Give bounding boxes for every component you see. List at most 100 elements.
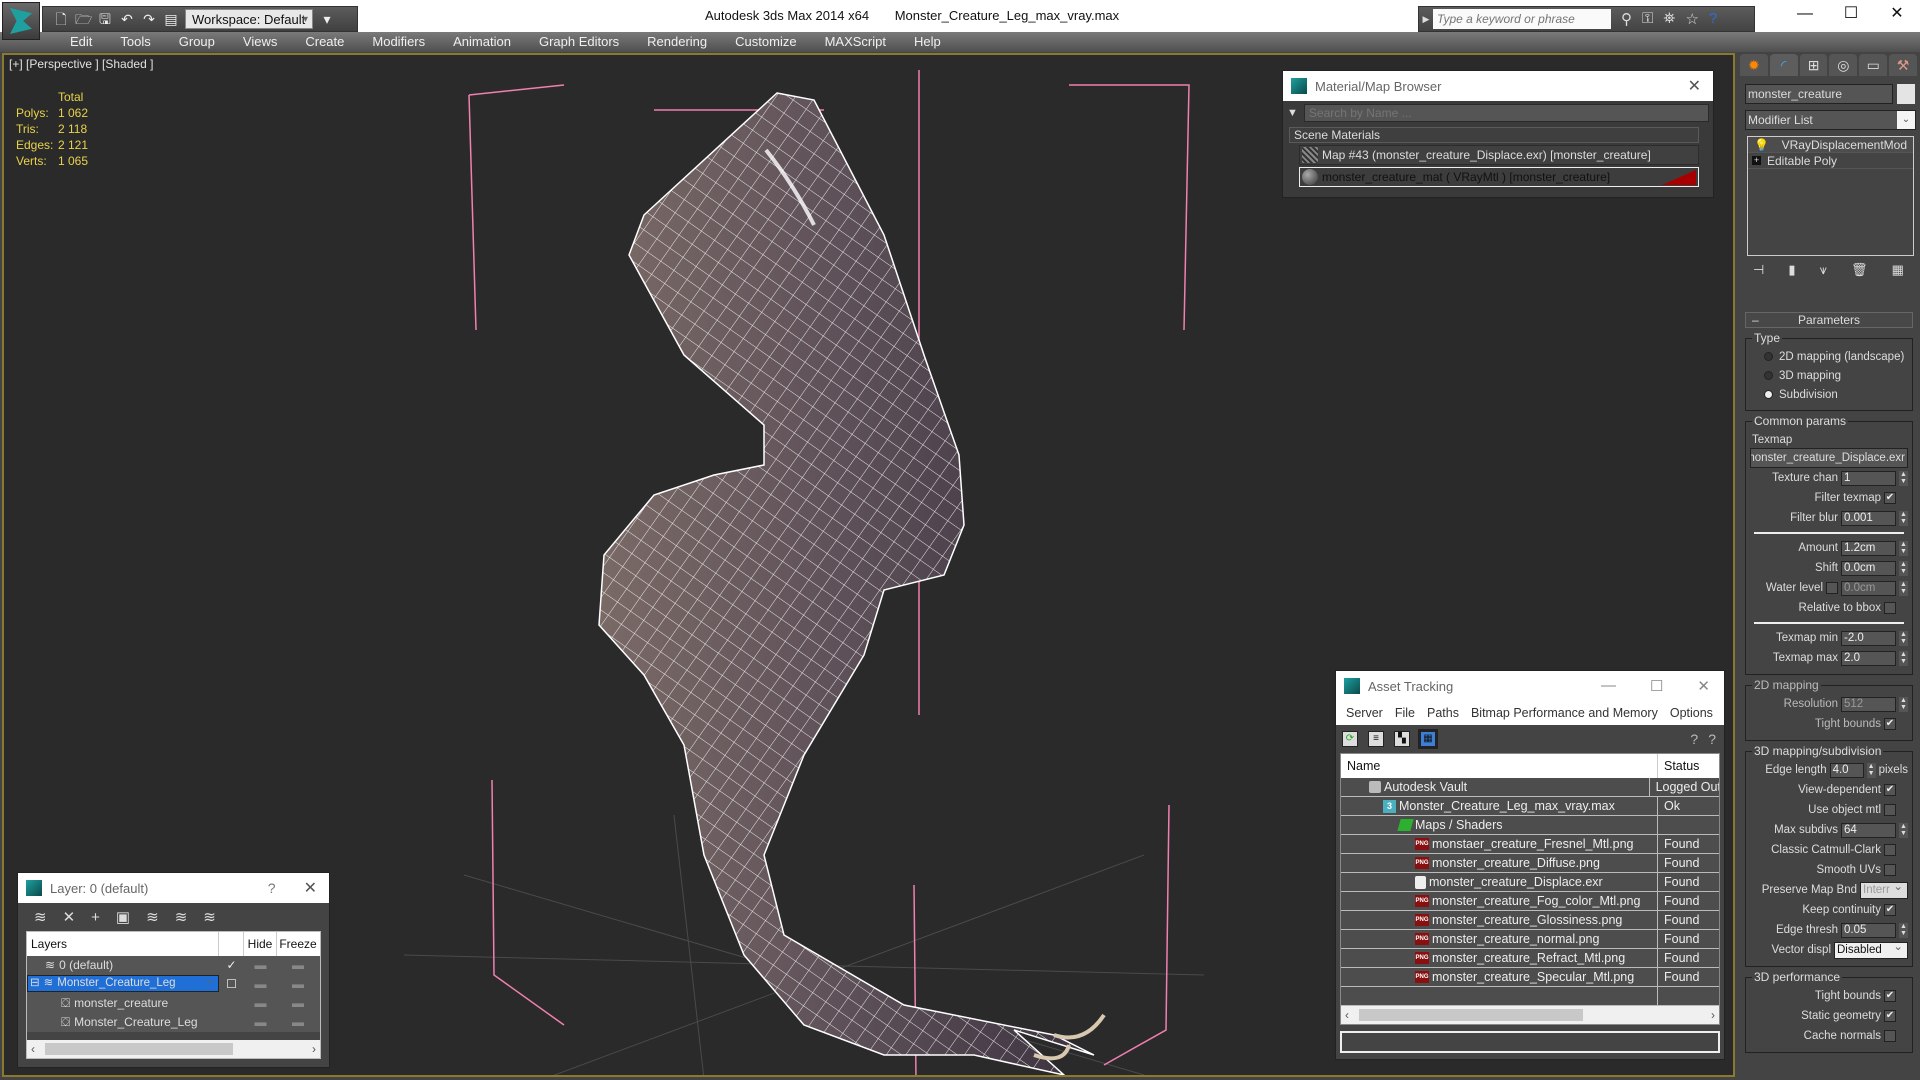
configure-sets-icon[interactable]: ▦ bbox=[1892, 262, 1904, 278]
menu-graph-editors[interactable]: Graph Editors bbox=[525, 32, 633, 52]
view-dependent-checkbox[interactable]: ✔ bbox=[1884, 784, 1896, 796]
help-icon[interactable]: ? bbox=[1709, 10, 1717, 28]
radio-2d-mapping[interactable]: 2D mapping (landscape) bbox=[1750, 347, 1908, 366]
close-icon[interactable]: ✕ bbox=[304, 878, 317, 898]
menu-help[interactable]: Help bbox=[900, 32, 955, 52]
column-hide[interactable]: Hide bbox=[244, 932, 277, 956]
close-button[interactable]: ✕ bbox=[1874, 0, 1920, 30]
help-icon[interactable]: ? bbox=[268, 880, 276, 896]
menu-file[interactable]: File bbox=[1389, 706, 1421, 720]
spinner-icon[interactable]: ▲ ▼ bbox=[1899, 470, 1908, 486]
menu-edit[interactable]: Edit bbox=[56, 32, 106, 52]
spinner-icon[interactable]: ▲ ▼ bbox=[1899, 822, 1908, 838]
spinner-icon[interactable]: ▲ ▼ bbox=[1899, 630, 1908, 646]
spinner-icon[interactable]: ▲ ▼ bbox=[1899, 540, 1908, 556]
relative-bbox-checkbox[interactable] bbox=[1884, 602, 1896, 614]
app-menu-button[interactable] bbox=[2, 2, 40, 40]
menu-options[interactable]: Options bbox=[1664, 706, 1719, 720]
table-row[interactable]: PNG monstaer_creature_Fresnel_Mtl.png Foun… bbox=[1341, 835, 1719, 854]
column-freeze[interactable]: Freeze bbox=[277, 932, 319, 956]
tight-bounds-3d-checkbox[interactable]: ✔ bbox=[1884, 990, 1896, 1002]
tab-hierarchy[interactable]: ⊞ bbox=[1799, 54, 1828, 76]
water-level-checkbox[interactable] bbox=[1826, 582, 1838, 594]
table-row[interactable]: PNG monster_creature_Fog_color_Mtl.png Fou… bbox=[1341, 892, 1719, 911]
layer-titlebar[interactable]: Layer: 0 (default) ? ✕ bbox=[18, 873, 329, 903]
project-folder-icon[interactable]: ▤ bbox=[163, 11, 179, 27]
tab-modify[interactable]: ◜ bbox=[1769, 54, 1798, 76]
layer-row[interactable]: ≋ 0 (default) ✓ ▬ ▬ bbox=[27, 956, 320, 975]
table-row[interactable]: Maps / Shaders bbox=[1341, 816, 1719, 835]
table-row[interactable]: PNG monster_creature_Refract_Mtl.png Found bbox=[1341, 949, 1719, 968]
scrollbar-thumb[interactable] bbox=[45, 1043, 233, 1055]
workspace-dropdown[interactable]: Workspace: Default bbox=[185, 9, 313, 30]
scrollbar-thumb[interactable] bbox=[1359, 1009, 1583, 1021]
delete-layer-icon[interactable]: ✕ bbox=[63, 908, 76, 926]
menu-paths[interactable]: Paths bbox=[1421, 706, 1465, 720]
filter-menu-icon[interactable]: ▼ bbox=[1287, 107, 1298, 119]
spinner-icon[interactable]: ▲ ▼ bbox=[1866, 762, 1876, 778]
layer-row-selected[interactable]: ⊟≋Monster_Creature_Leg☐▬▬ bbox=[27, 975, 320, 994]
spinner-icon[interactable]: ▲ ▼ bbox=[1899, 510, 1908, 526]
object-name-input[interactable] bbox=[1745, 84, 1893, 104]
material-browser-titlebar[interactable]: Material/Map Browser ✕ bbox=[1283, 71, 1713, 101]
menu-maxscript[interactable]: MAXScript bbox=[811, 32, 900, 52]
tight-bounds-2d-checkbox[interactable]: ✔ bbox=[1884, 718, 1896, 730]
scene-materials-section[interactable]: Scene Materials bbox=[1289, 127, 1699, 143]
modifier-list-dropdown[interactable]: Modifier List ⌄ bbox=[1745, 110, 1916, 130]
menu-customize[interactable]: Customize bbox=[721, 32, 810, 52]
radio-subdivision[interactable]: Subdivision bbox=[1750, 385, 1908, 404]
table-row[interactable]: monster_creature_Displace.exr Found bbox=[1341, 873, 1719, 892]
horizontal-scrollbar[interactable]: ‹ › bbox=[27, 1040, 320, 1058]
stack-item[interactable]: 💡 VRayDisplacementMod bbox=[1748, 137, 1913, 153]
object-color-swatch[interactable] bbox=[1897, 84, 1915, 104]
redo-icon[interactable]: ↷ bbox=[141, 11, 157, 27]
new-file-icon[interactable]: 🗋 bbox=[53, 11, 69, 27]
binoculars-icon[interactable]: ⚲ bbox=[1621, 10, 1632, 28]
minimize-icon[interactable]: — bbox=[1601, 677, 1616, 695]
table-row[interactable]: PNG monster_creature_Diffuse.png Found bbox=[1341, 854, 1719, 873]
layer-settings-icon[interactable]: ≋ bbox=[203, 908, 216, 926]
menu-rendering[interactable]: Rendering bbox=[633, 32, 721, 52]
catmull-clark-checkbox[interactable] bbox=[1884, 844, 1896, 856]
tab-display[interactable]: ▭ bbox=[1859, 54, 1888, 76]
parameters-header[interactable]: Parameters bbox=[1745, 312, 1913, 328]
tree-view-icon[interactable]: ▚ bbox=[1394, 731, 1410, 747]
open-file-icon[interactable]: 🗁 bbox=[75, 11, 92, 27]
vector-displ-select[interactable]: Disabled bbox=[1834, 940, 1908, 959]
spinner-icon[interactable]: ▲ ▼ bbox=[1899, 650, 1908, 666]
radio-3d-mapping[interactable]: 3D mapping bbox=[1750, 366, 1908, 385]
column-layers[interactable]: Layers bbox=[27, 932, 219, 956]
expand-plus-icon[interactable]: + bbox=[1752, 156, 1761, 165]
expand-arrow-icon[interactable]: ▶ bbox=[1419, 14, 1433, 25]
keep-continuity-checkbox[interactable]: ✔ bbox=[1884, 904, 1896, 916]
stack-item[interactable]: + Editable Poly bbox=[1748, 153, 1913, 169]
layer-row[interactable]: ⛋ monster_creature ▬ ▬ bbox=[27, 994, 320, 1013]
star-icon[interactable]: ☆ bbox=[1685, 10, 1698, 28]
spinner-icon[interactable]: ▲ ▼ bbox=[1899, 922, 1908, 938]
remove-modifier-icon[interactable]: 🗑 bbox=[1851, 262, 1868, 278]
use-object-mtl-checkbox[interactable] bbox=[1884, 804, 1896, 816]
menu-tools[interactable]: Tools bbox=[106, 32, 164, 52]
save-icon[interactable]: 🖫 bbox=[97, 11, 113, 27]
tab-create[interactable]: ✹ bbox=[1740, 54, 1768, 76]
filter-texmap-checkbox[interactable]: ✔ bbox=[1884, 492, 1896, 504]
menu-modifiers[interactable]: Modifiers bbox=[358, 32, 439, 52]
column-name[interactable]: Name bbox=[1341, 754, 1658, 778]
close-icon[interactable]: ✕ bbox=[1688, 76, 1701, 96]
material-item[interactable]: Map #43 (monster_creature_Displace.exr) … bbox=[1299, 145, 1699, 165]
table-view-icon[interactable]: ▦ bbox=[1418, 729, 1438, 749]
satellite-icon[interactable]: ⛯ bbox=[1663, 10, 1675, 28]
table-row[interactable]: Autodesk Vault Logged Out bbox=[1341, 778, 1719, 797]
spinner-icon[interactable]: ▲ ▼ bbox=[1899, 696, 1908, 712]
refresh-icon[interactable]: ⟳ bbox=[1342, 731, 1358, 747]
list-view-icon[interactable]: ≡ bbox=[1368, 731, 1384, 747]
maximize-button[interactable]: ☐ bbox=[1828, 0, 1874, 30]
minimize-button[interactable]: — bbox=[1782, 0, 1828, 30]
table-row[interactable]: 3 Monster_Creature_Leg_max_vray.max Ok bbox=[1341, 797, 1719, 816]
spinner-icon[interactable]: ▲ ▼ bbox=[1899, 580, 1908, 596]
pin-stack-icon[interactable]: ⊣ bbox=[1753, 262, 1764, 278]
menu-bitmap-performance[interactable]: Bitmap Performance and Memory bbox=[1465, 706, 1664, 720]
menu-animation[interactable]: Animation bbox=[439, 32, 525, 52]
texmap-button[interactable]: monster_creature_Displace.exr) bbox=[1750, 448, 1908, 468]
select-layer-icon[interactable]: ≋ bbox=[146, 908, 159, 926]
